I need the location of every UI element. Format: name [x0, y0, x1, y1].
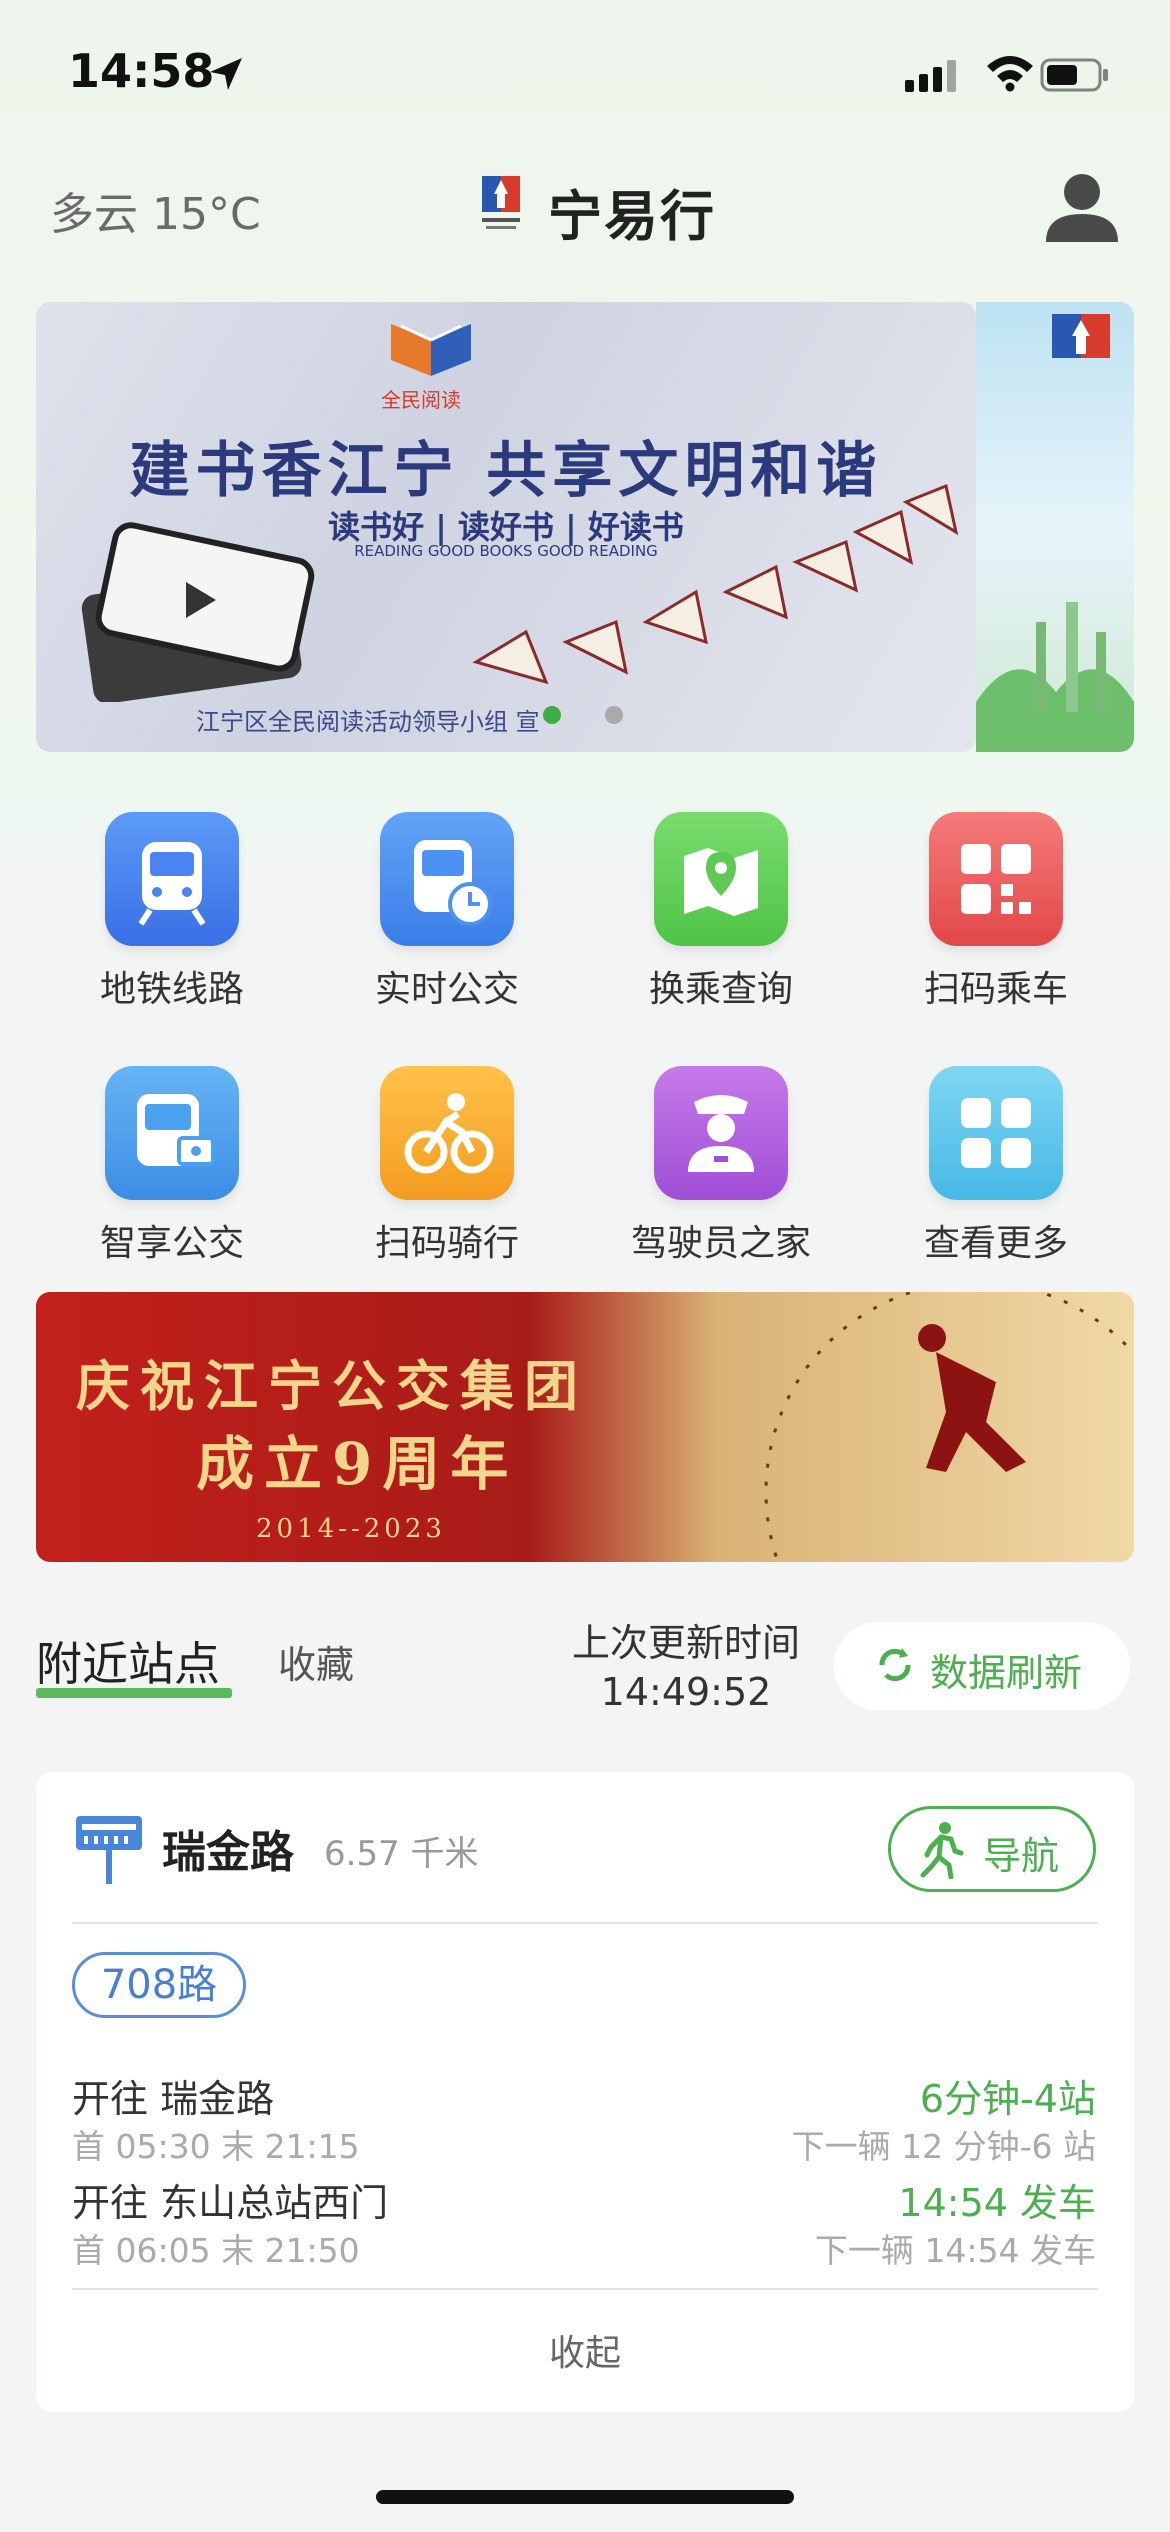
home-indicator[interactable] — [376, 2490, 794, 2504]
clock-runner-illustration-icon — [764, 1292, 1134, 1562]
direction-hours: 首 05:30 末 21:15 — [72, 2127, 360, 2166]
metro-icon — [105, 812, 239, 946]
tab-active-indicator — [36, 1688, 232, 1698]
grid-label: 实时公交 — [374, 969, 519, 1010]
status-time: 14:58 — [68, 44, 215, 98]
bike-icon — [380, 1066, 514, 1200]
direction-destination[interactable]: 开往 东山总站西门 — [72, 2172, 388, 2227]
app-logo-icon — [482, 176, 520, 229]
refresh-label: 数据刷新 — [930, 1651, 1083, 1695]
tablet-illustration-icon — [81, 522, 315, 702]
smart-bus-icon — [105, 1066, 239, 1200]
grid-item-smart-bus[interactable]: 智享公交 — [57, 1066, 287, 1286]
flying-books-illustration-icon — [472, 483, 959, 685]
direction-eta: 14:54 发车 — [898, 2181, 1096, 2225]
profile-avatar-icon[interactable] — [1042, 166, 1122, 246]
location-arrow-icon — [210, 58, 242, 90]
promo-years: 2014--2023 — [256, 1514, 446, 1544]
stop-card: 瑞金路 6.57 千米 导航 708路 开往 瑞金路 首 05:30 末 21:… — [36, 1772, 1134, 2412]
stop-distance: 6.57 千米 — [324, 1834, 479, 1874]
grid-label: 换乘查询 — [648, 969, 793, 1010]
banner-next-preview[interactable] — [976, 302, 1134, 752]
wifi-icon — [987, 56, 1033, 92]
preview-logo-icon — [1052, 314, 1110, 358]
walking-person-icon — [920, 1822, 964, 1879]
cellular-signal-icon — [905, 58, 965, 92]
direction-destination[interactable]: 开往 瑞金路 — [72, 2068, 274, 2123]
last-update-time: 14:49:52 — [600, 1670, 772, 1714]
direction-eta: 6分钟-4站 — [919, 2077, 1096, 2121]
realtime-bus-icon — [380, 812, 514, 946]
battery-icon — [1040, 58, 1108, 92]
divider — [72, 1922, 1098, 1924]
carousel-dot-active[interactable] — [543, 706, 561, 724]
qr-code-icon — [929, 812, 1063, 946]
grid-item-scan-ride[interactable]: 扫码乘车 — [881, 812, 1111, 1032]
grid-label: 地铁线路 — [99, 969, 244, 1010]
promo-line2: 成立9周年 — [196, 1430, 519, 1498]
grid-item-realtime-bus[interactable]: 实时公交 — [332, 812, 562, 1032]
bus-stop-sign-icon — [76, 1816, 142, 1884]
promo-banner[interactable]: 庆祝江宁公交集团 成立9周年 2014--2023 — [36, 1292, 1134, 1562]
banner-carousel[interactable]: 全民阅读 建书香江宁 共享文明和谐 读书好 | 读好书 | 好读书 READIN… — [36, 302, 976, 752]
grid-item-more[interactable]: 查看更多 — [881, 1066, 1111, 1286]
driver-icon — [654, 1066, 788, 1200]
divider — [72, 2288, 1098, 2290]
direction-next-bus: 下一辆 14:54 发车 — [814, 2231, 1096, 2270]
route-badge[interactable]: 708路 — [72, 1952, 246, 2018]
collapse-button[interactable]: 收起 — [36, 2324, 1134, 2376]
app-title: 宁易行 — [548, 185, 716, 248]
refresh-icon — [879, 1648, 911, 1682]
direction-hours: 首 06:05 末 21:50 — [72, 2231, 360, 2270]
carousel-dot[interactable] — [605, 706, 623, 724]
tab-nearby-stops[interactable]: 附近站点 — [36, 1628, 220, 1694]
navigate-label: 导航 — [983, 1834, 1060, 1878]
navigate-button[interactable]: 导航 — [888, 1806, 1096, 1892]
grid-label: 扫码乘车 — [923, 969, 1068, 1010]
grid-label: 驾驶员之家 — [630, 1223, 811, 1264]
grid-label: 查看更多 — [923, 1223, 1068, 1264]
grid-item-driver-home[interactable]: 驾驶员之家 — [606, 1066, 836, 1286]
grid-label: 扫码骑行 — [374, 1223, 519, 1264]
stop-name: 瑞金路 — [162, 1827, 294, 1878]
weather-label: 多云 15°C — [50, 189, 261, 240]
last-update-label: 上次更新时间 — [571, 1621, 800, 1665]
grid-label: 智享公交 — [99, 1223, 244, 1264]
refresh-data-button[interactable]: 数据刷新 — [834, 1622, 1130, 1710]
city-skyline-icon — [976, 602, 1134, 752]
direction-next-bus: 下一辆 12 分钟-6 站 — [791, 2127, 1096, 2166]
grid-item-metro[interactable]: 地铁线路 — [57, 812, 287, 1032]
banner-footer-text: 江宁区全民阅读活动领导小组 宣 — [196, 708, 540, 736]
grid-item-scan-bike[interactable]: 扫码骑行 — [332, 1066, 562, 1286]
promo-line1: 庆祝江宁公交集团 — [76, 1354, 588, 1418]
map-pin-icon — [654, 812, 788, 946]
tab-favorites[interactable]: 收藏 — [278, 1634, 354, 1689]
more-grid-icon — [929, 1066, 1063, 1200]
book-logo-icon — [391, 324, 471, 376]
grid-item-transfer[interactable]: 换乘查询 — [606, 812, 836, 1032]
banner-logo-text: 全民阅读 — [381, 388, 461, 412]
